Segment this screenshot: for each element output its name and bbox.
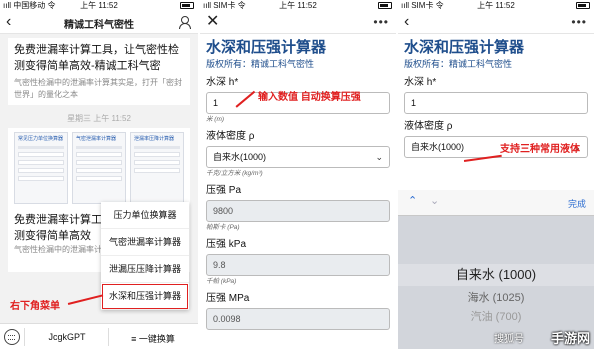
- annotation-bottom-menu: 右下角菜单: [10, 301, 60, 312]
- profile-icon[interactable]: [179, 16, 191, 29]
- kpa-output: 9.8: [206, 254, 390, 276]
- annotation-auto-convert: 输入数值 自动换算压强: [258, 92, 361, 103]
- close-icon[interactable]: ✕: [206, 12, 219, 32]
- battery-icon: [180, 2, 194, 9]
- picker-option-gasoline[interactable]: 汽油 (700): [398, 308, 594, 324]
- annotation-arrow: [67, 294, 104, 305]
- density-label: 液体密度 ρ: [404, 121, 453, 132]
- status-bar: ııll SIM卡 令 上午 11:52: [200, 0, 396, 11]
- kpa-label: 压强 kPa: [206, 239, 247, 250]
- bottom-menu-bar: JcgkGPT ≡ 一键换算: [0, 323, 198, 349]
- more-icon[interactable]: •••: [373, 14, 389, 30]
- calculator-title: 水深和压强计算器: [404, 39, 525, 56]
- page-title: 精诚工科气密性: [64, 20, 134, 31]
- pa-output: 9800: [206, 200, 390, 222]
- battery-icon: [378, 2, 392, 9]
- density-label: 液体密度 ρ: [206, 131, 255, 142]
- density-unit: 千克/立方米 (kg/m³): [206, 170, 263, 177]
- status-time: 上午 11:52: [477, 1, 515, 10]
- depth-label: 水深 h*: [404, 77, 437, 88]
- menu-item-leak-rate-calculator[interactable]: 气密泄漏率计算器: [101, 229, 189, 256]
- thumbnail-leak-rate: 气密泄漏率计算器: [72, 132, 126, 204]
- mpa-output: 0.0098: [206, 308, 390, 330]
- menu-jcgkgpt[interactable]: JcgkGPT: [26, 332, 108, 342]
- navbar: ‹ 精诚工科气密性: [0, 11, 198, 34]
- menu-label: 一键换算: [138, 334, 175, 344]
- kpa-unit: 千帕 (kPa): [206, 278, 237, 285]
- picker-toolbar: ⌃ ⌄ 完成: [398, 190, 594, 216]
- calculator-title: 水深和压强计算器: [206, 39, 327, 56]
- menu-item-pressure-drop-calculator[interactable]: 泄漏压压降计算器: [101, 256, 189, 283]
- status-time: 上午 11:52: [80, 1, 118, 10]
- article-title: 免费泄漏率计算工具，让气密性检测变得简单高效-精诚工科气密: [14, 44, 179, 72]
- chevron-up-icon[interactable]: ⌃: [408, 194, 417, 207]
- back-icon[interactable]: ‹: [404, 12, 409, 32]
- battery-icon: [576, 2, 590, 9]
- status-bar: ııll SIM卡 令 上午 11:52: [398, 0, 594, 11]
- thumbnail-title: 泄漏率压降计算器: [134, 136, 175, 142]
- phone-screen-calculator: ııll SIM卡 令 上午 11:52 ✕ ••• 水深和压强计算器 版权所有…: [200, 0, 396, 349]
- menu-item-pressure-converter[interactable]: 压力单位换算器: [101, 202, 189, 229]
- copyright-text: 版权所有：精诚工科气密性: [404, 59, 513, 69]
- liquid-picker: ⌃ ⌄ 完成 自来水 (1000) 海水 (1025) 汽油 (700): [398, 190, 594, 349]
- thumbnail-pressure-converter: 常见压力单位换算器: [14, 132, 68, 204]
- thumbnail-title: 常见压力单位换算器: [18, 136, 64, 142]
- thumbnail-title: 气密泄漏率计算器: [76, 136, 117, 142]
- phone-screen-calculator-picker: ııll SIM卡 令 上午 11:52 ‹ ••• 水深和压强计算器 版权所有…: [398, 0, 594, 349]
- keyboard-icon[interactable]: [4, 329, 20, 345]
- status-bar: ııll 中国移动 令 上午 11:52: [0, 0, 198, 11]
- pa-label: 压强 Pa: [206, 185, 242, 196]
- article-card[interactable]: 免费泄漏率计算工具，让气密性检测变得简单高效-精诚工科气密 气密性检漏中的泄漏率…: [8, 38, 190, 105]
- annotation-three-liquids: 支持三种常用液体: [500, 144, 580, 155]
- phone-screen-wechat-article: ııll 中国移动 令 上午 11:52 ‹ 精诚工科气密性 免费泄漏率计算工具…: [0, 0, 198, 349]
- navbar: ‹ •••: [398, 11, 594, 34]
- menu-item-water-depth-calculator[interactable]: 水深和压强计算器: [101, 283, 189, 310]
- navbar: ✕ •••: [200, 11, 396, 34]
- watermark-brand: 手游网: [550, 331, 590, 346]
- message-timestamp: 星期三 上午 11:52: [67, 114, 131, 123]
- done-button[interactable]: 完成: [568, 197, 586, 210]
- chevron-down-icon[interactable]: ⌄: [430, 194, 439, 207]
- chevron-down-icon: ⌄: [375, 152, 383, 162]
- more-icon[interactable]: •••: [571, 14, 587, 30]
- watermark-source: 搜狐号: [494, 334, 524, 345]
- mpa-label: 压强 MPa: [206, 293, 250, 304]
- density-selected-value: 自来水(1000): [213, 152, 267, 162]
- copyright-text: 版权所有：精诚工科气密性: [206, 59, 315, 69]
- calculator-form: 水深和压强计算器 版权所有：精诚工科气密性 水深 h* 1 米 (m) 液体密度…: [200, 34, 396, 330]
- thumbnail-pressure-drop: 泄漏率压降计算器: [130, 132, 184, 204]
- article-desc: 气密性检漏中的泄漏率计算其实是，打开「密封世界」的量化之本: [14, 78, 182, 99]
- menu-one-click-convert[interactable]: ≡ 一键换算: [110, 332, 196, 345]
- status-time: 上午 11:52: [279, 1, 317, 10]
- depth-unit: 米 (m): [206, 116, 225, 123]
- depth-input[interactable]: 1: [404, 92, 588, 114]
- picker-option-tap-water[interactable]: 自来水 (1000): [398, 264, 594, 286]
- density-selected-value: 自来水(1000): [411, 142, 465, 152]
- pa-unit: 帕斯卡 (Pa): [206, 224, 240, 231]
- picker-option-sea-water[interactable]: 海水 (1025): [398, 289, 594, 305]
- bottom-menu-popup: 压力单位换算器 气密泄漏率计算器 泄漏压压降计算器 水深和压强计算器: [101, 202, 189, 310]
- density-select[interactable]: 自来水(1000) ⌄: [206, 146, 390, 168]
- article-thumbnails[interactable]: 常见压力单位换算器 气密泄漏率计算器 泄漏率压降计算器: [8, 128, 190, 208]
